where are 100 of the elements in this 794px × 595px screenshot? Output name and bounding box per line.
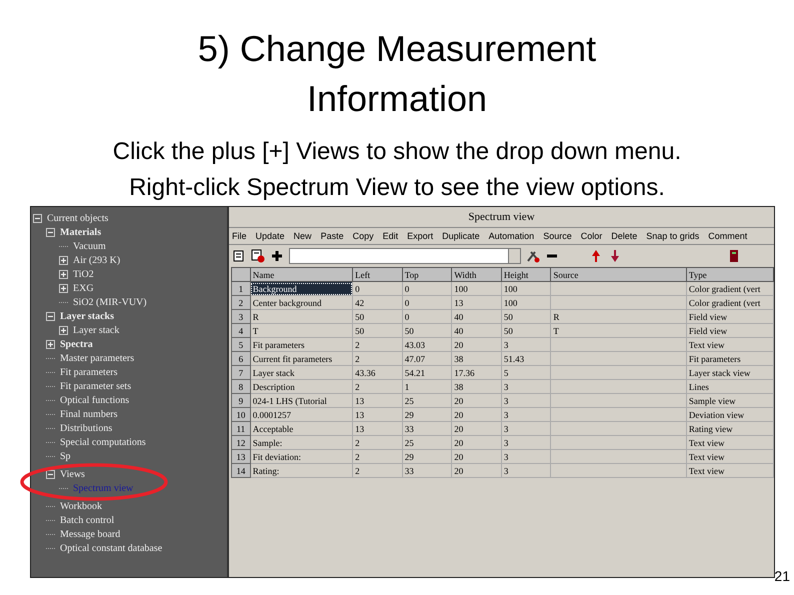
column-header[interactable]: Source: [550, 268, 686, 282]
table-cell: 3: [501, 450, 551, 464]
table-cell: 13: [352, 394, 402, 408]
column-header[interactable]: Height: [501, 268, 551, 282]
table-cell: 3: [501, 464, 551, 478]
expand-icon[interactable]: [46, 340, 55, 348]
table-cell: Fit parameters: [686, 352, 774, 366]
table-cell: 47.07: [402, 352, 452, 366]
dropdown-field[interactable]: [289, 248, 521, 264]
row-number[interactable]: 6: [232, 352, 250, 366]
tree-item[interactable]: Layer stacks: [59, 310, 115, 322]
tree-item[interactable]: Optical functions: [59, 394, 130, 406]
menu-item[interactable]: New: [294, 231, 312, 241]
menu-item[interactable]: Source: [543, 231, 572, 241]
tree-item[interactable]: Workbook: [59, 500, 103, 512]
tree-item[interactable]: Layer stack: [72, 324, 120, 336]
tree-item[interactable]: Views: [59, 468, 86, 480]
tree-item[interactable]: Current objects: [46, 212, 110, 224]
row-number[interactable]: 4: [232, 324, 250, 338]
row-number[interactable]: 11: [232, 422, 250, 436]
table-cell: Current fit parameters: [250, 352, 353, 366]
slide-title: 5) Change Measurement: [198, 27, 596, 71]
table-cell: 2: [352, 464, 402, 478]
tree-item[interactable]: SiO2 (MIR-VUV): [72, 296, 148, 308]
table-cell: 17.36: [452, 366, 502, 380]
column-header[interactable]: Top: [402, 268, 452, 282]
row-number[interactable]: 10: [232, 408, 250, 422]
table-cell: 3: [501, 422, 551, 436]
table-cell: 20: [452, 422, 502, 436]
menu-item[interactable]: File: [232, 231, 247, 241]
column-header[interactable]: Type: [686, 268, 774, 282]
expand-icon[interactable]: [59, 284, 68, 292]
row-number[interactable]: 9: [232, 394, 250, 408]
document-add-icon[interactable]: [251, 249, 265, 263]
tree-item[interactable]: Fit parameter sets: [59, 380, 132, 392]
menu-item[interactable]: Automation: [488, 231, 534, 241]
row-number[interactable]: 8: [232, 380, 250, 394]
table-cell: Color gradient (vert: [686, 296, 774, 310]
menu-item[interactable]: Duplicate: [442, 231, 480, 241]
table-cell: Layer stack view: [686, 366, 774, 380]
tree-item[interactable]: Fit parameters: [59, 366, 118, 378]
menu-item[interactable]: Update: [256, 231, 285, 241]
tree-item[interactable]: Sp: [59, 450, 72, 462]
tree-item[interactable]: Distributions: [59, 422, 114, 434]
tree-item[interactable]: Message board: [59, 528, 122, 540]
tree-item[interactable]: Air (293 K): [72, 254, 122, 266]
column-header[interactable]: Width: [452, 268, 502, 282]
collapse-icon[interactable]: [33, 214, 42, 222]
tree-item[interactable]: Spectra: [59, 338, 94, 350]
tree-item[interactable]: Batch control: [59, 514, 116, 526]
tree-item[interactable]: Materials: [59, 226, 102, 238]
tree-item[interactable]: Vacuum: [72, 240, 107, 252]
row-number[interactable]: 5: [232, 338, 250, 352]
collapse-icon[interactable]: [46, 470, 55, 478]
expand-icon[interactable]: [59, 270, 68, 278]
menu-item[interactable]: Delete: [611, 231, 638, 241]
table-cell: 13: [352, 422, 402, 436]
table-cell: Description: [250, 380, 353, 394]
expand-icon[interactable]: [59, 326, 68, 334]
move-up-icon[interactable]: [589, 249, 603, 263]
column-header[interactable]: Left: [352, 268, 402, 282]
table-cell: 0: [402, 310, 452, 324]
tree-item[interactable]: TiO2: [72, 268, 95, 280]
row-number[interactable]: 7: [232, 366, 250, 380]
add-icon[interactable]: [270, 249, 284, 263]
row-number[interactable]: 12: [232, 436, 250, 450]
document-icon[interactable]: [232, 249, 246, 263]
table-cell: 3: [501, 338, 551, 352]
table-cell: Rating:: [250, 464, 353, 478]
row-number[interactable]: 3: [232, 310, 250, 324]
menu-item[interactable]: Export: [407, 231, 434, 241]
table-cell: 2: [352, 436, 402, 450]
expand-icon[interactable]: [59, 256, 68, 264]
table-cell: 43.03: [402, 338, 452, 352]
menu-item[interactable]: Comment: [708, 231, 748, 241]
menu-item[interactable]: Edit: [382, 231, 398, 241]
move-down-icon[interactable]: [608, 249, 622, 263]
tree-item[interactable]: EXG: [72, 282, 95, 294]
table-cell: 2: [352, 450, 402, 464]
table-cell: Lines: [686, 380, 774, 394]
tree-item[interactable]: Special computations: [59, 436, 147, 448]
menu-item[interactable]: Snap to grids: [646, 231, 700, 241]
menu-item[interactable]: Paste: [320, 231, 344, 241]
tree-item[interactable]: Master parameters: [59, 352, 136, 364]
collapse-icon[interactable]: [46, 312, 55, 320]
door-icon[interactable]: [727, 249, 741, 263]
table-cell: 20: [452, 408, 502, 422]
row-number[interactable]: 14: [232, 464, 250, 478]
tools-icon[interactable]: [526, 249, 540, 263]
menu-item[interactable]: Copy: [352, 231, 374, 241]
menu-item[interactable]: Color: [580, 231, 602, 241]
tree-item[interactable]: Optical constant database: [59, 542, 164, 554]
row-number[interactable]: 13: [232, 450, 250, 464]
tree-item[interactable]: Final numbers: [59, 408, 118, 420]
table-cell: 3: [501, 436, 551, 450]
row-number[interactable]: 2: [232, 296, 250, 310]
row-number[interactable]: 1: [232, 282, 250, 296]
collapse-icon[interactable]: [46, 228, 55, 236]
slide-subtitle: Click the plus [+] Views to show the drop down menu.: [112, 137, 682, 167]
column-header[interactable]: Name: [250, 268, 353, 282]
